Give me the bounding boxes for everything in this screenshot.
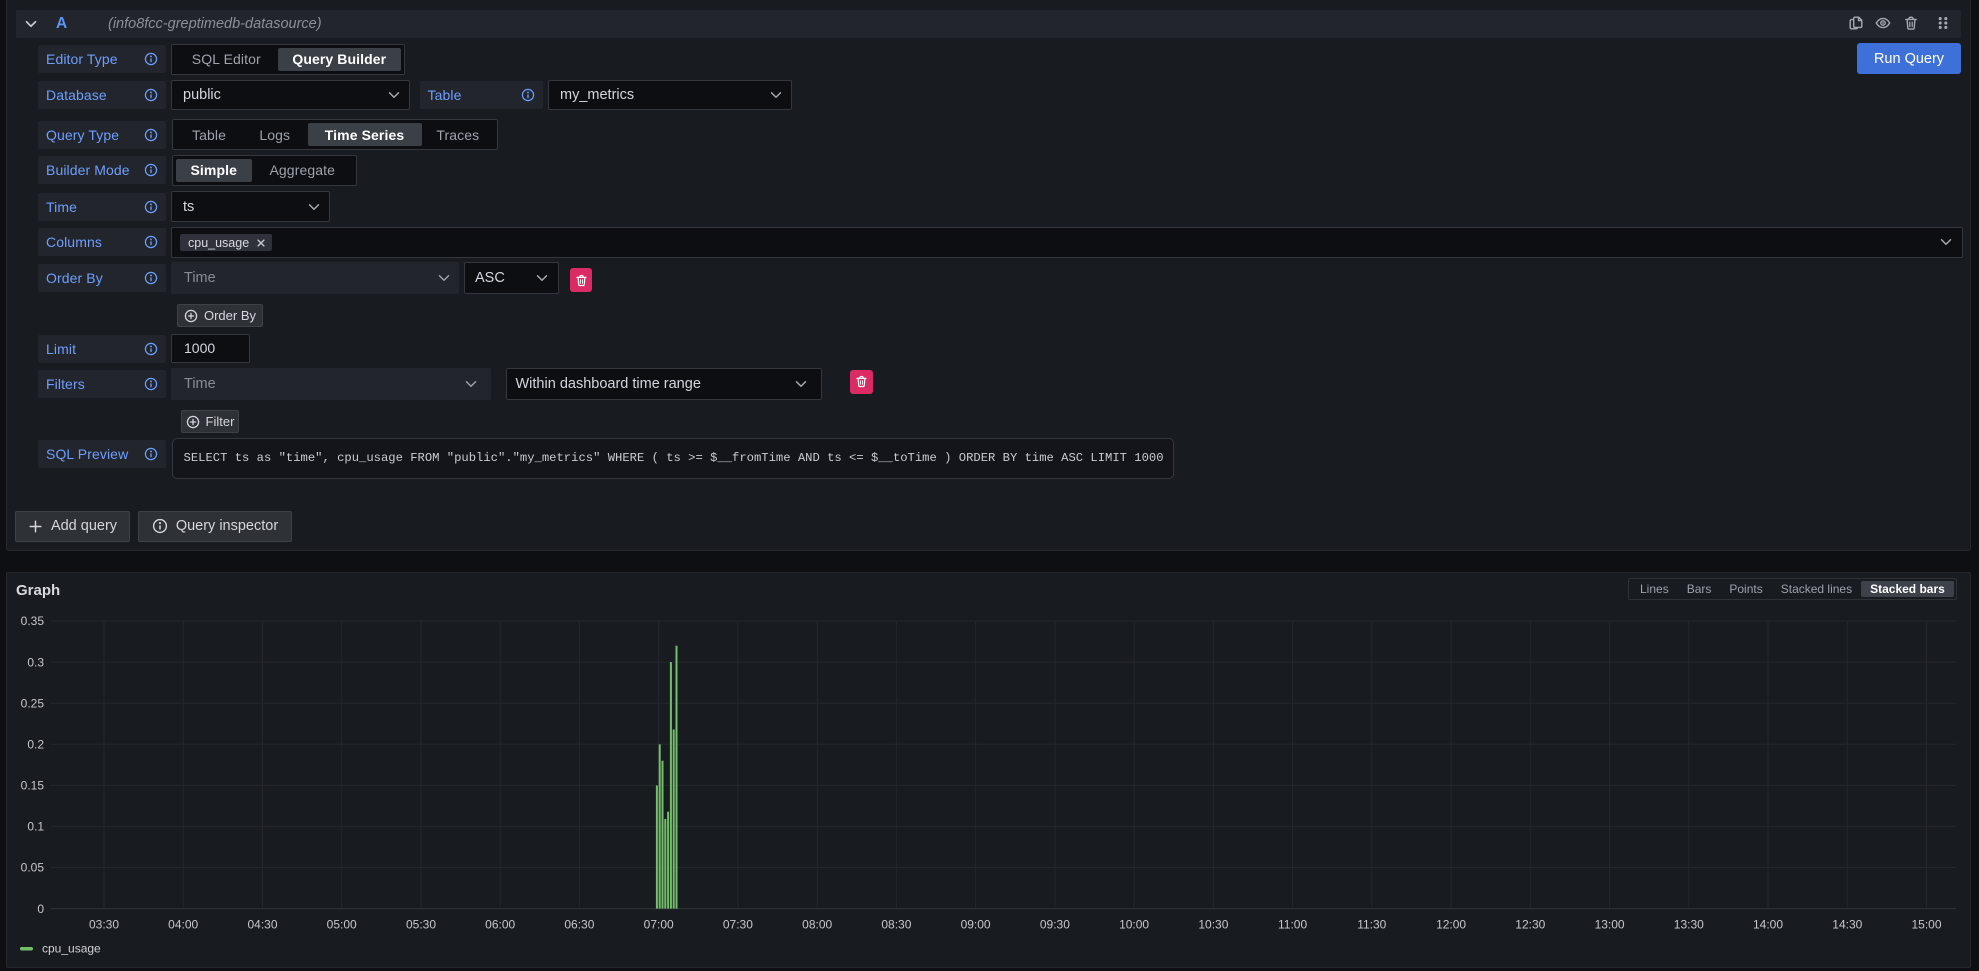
svg-text:11:00: 11:00 xyxy=(1278,918,1307,932)
svg-text:12:30: 12:30 xyxy=(1515,918,1545,932)
svg-text:05:30: 05:30 xyxy=(406,918,436,932)
svg-text:03:30: 03:30 xyxy=(89,918,119,932)
svg-text:0.35: 0.35 xyxy=(21,614,45,628)
svg-text:0.15: 0.15 xyxy=(21,779,45,793)
svg-text:0.05: 0.05 xyxy=(21,861,45,875)
svg-text:04:30: 04:30 xyxy=(247,918,277,932)
svg-text:06:00: 06:00 xyxy=(485,918,515,932)
svg-text:0.25: 0.25 xyxy=(21,696,45,710)
svg-text:09:00: 09:00 xyxy=(961,918,991,932)
svg-text:13:00: 13:00 xyxy=(1595,918,1625,932)
svg-text:07:00: 07:00 xyxy=(644,918,674,932)
svg-text:06:30: 06:30 xyxy=(564,918,594,932)
svg-text:12:00: 12:00 xyxy=(1436,918,1466,932)
svg-text:11:30: 11:30 xyxy=(1357,918,1386,932)
svg-text:08:30: 08:30 xyxy=(881,918,911,932)
svg-text:0.3: 0.3 xyxy=(27,655,44,669)
svg-text:08:00: 08:00 xyxy=(802,918,832,932)
svg-text:15:00: 15:00 xyxy=(1911,918,1941,932)
svg-text:05:00: 05:00 xyxy=(327,918,357,932)
svg-text:13:30: 13:30 xyxy=(1674,918,1704,932)
svg-text:14:00: 14:00 xyxy=(1753,918,1783,932)
svg-text:14:30: 14:30 xyxy=(1832,918,1862,932)
svg-text:09:30: 09:30 xyxy=(1040,918,1070,932)
svg-text:0.1: 0.1 xyxy=(27,820,44,834)
svg-text:10:30: 10:30 xyxy=(1198,918,1228,932)
svg-text:cpu_usage: cpu_usage xyxy=(42,942,101,956)
svg-text:07:30: 07:30 xyxy=(723,918,753,932)
svg-text:10:00: 10:00 xyxy=(1119,918,1149,932)
svg-text:04:00: 04:00 xyxy=(168,918,198,932)
svg-text:0.2: 0.2 xyxy=(27,738,44,752)
svg-text:0: 0 xyxy=(37,902,44,916)
